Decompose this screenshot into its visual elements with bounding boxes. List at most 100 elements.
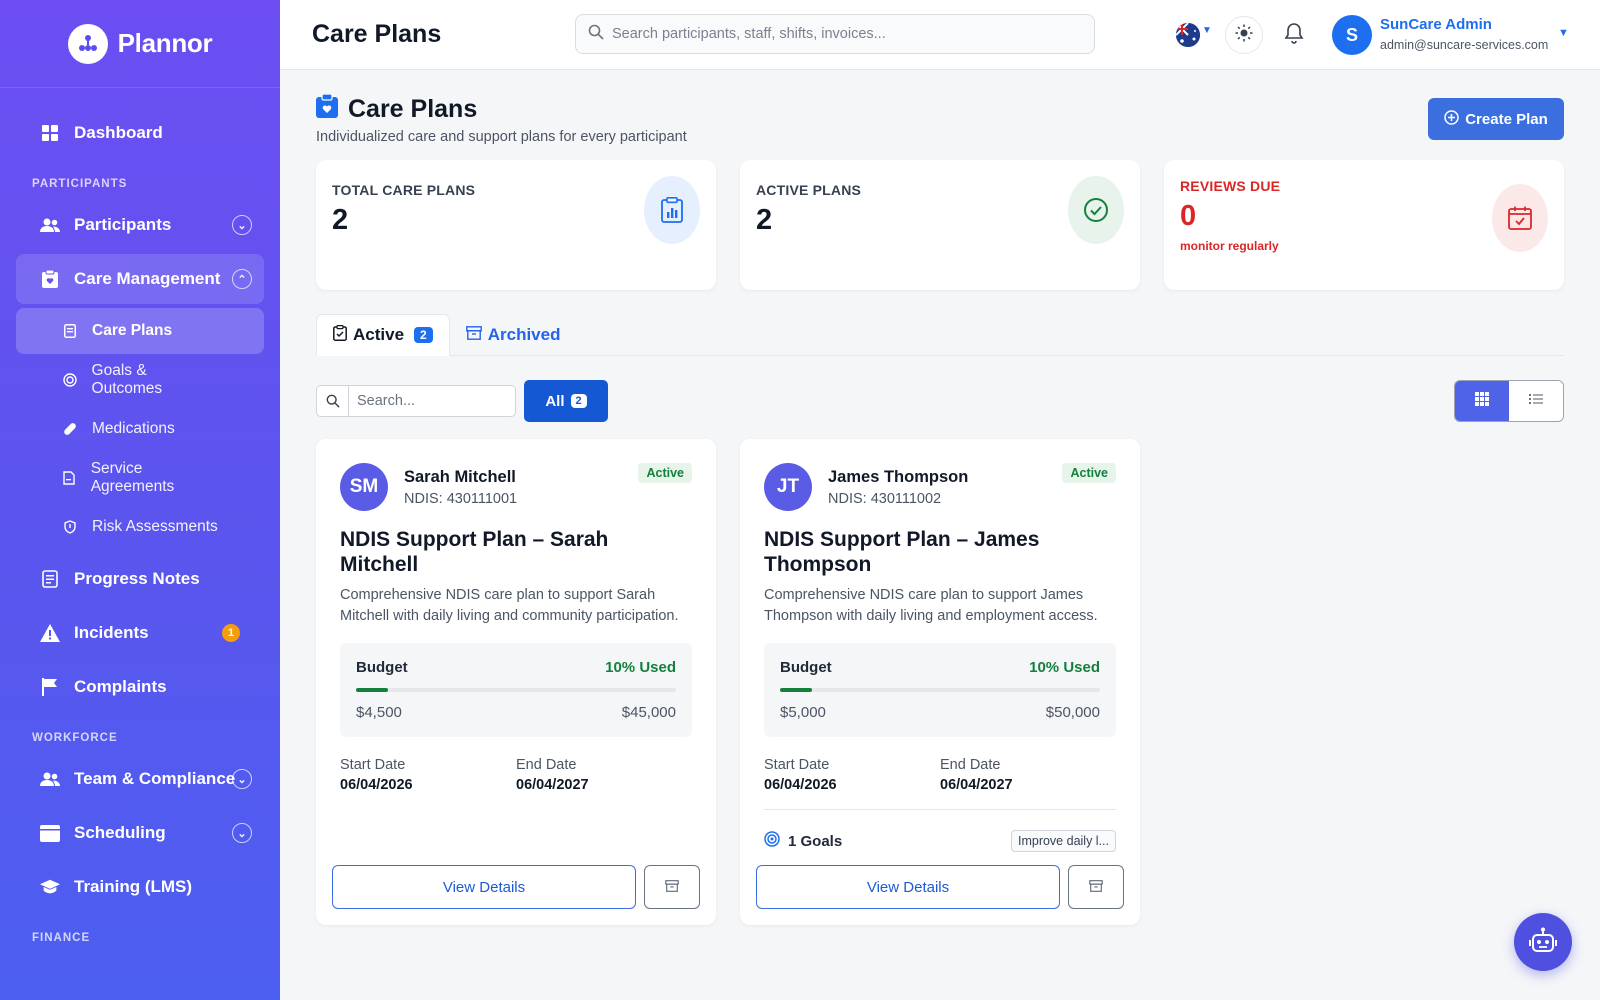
stat-note: monitor regularly [1180, 239, 1279, 253]
grid-view-button[interactable] [1455, 381, 1509, 421]
sidebar-item-label: Service Agreements [90, 460, 175, 495]
avatar: JT [764, 463, 812, 511]
clipboard-check-icon [333, 324, 347, 346]
sidebar-item-participants[interactable]: Participants ⌄ [16, 200, 264, 250]
view-details-button[interactable]: View Details [756, 865, 1060, 909]
user-name[interactable]: SunCare Admin [1380, 16, 1492, 33]
grid-icon [1475, 391, 1489, 411]
plus-circle-icon [1444, 109, 1459, 129]
assistant-bot-button[interactable] [1514, 913, 1572, 971]
language-flag-icon[interactable] [1176, 23, 1200, 47]
sidebar-item-goals[interactable]: Goals & Outcomes [16, 357, 264, 403]
caret-down-icon[interactable]: ▼ [1202, 25, 1212, 36]
list-view-button[interactable] [1509, 381, 1563, 421]
start-date-label: Start Date [764, 757, 830, 773]
shield-icon [62, 519, 78, 535]
sidebar-item-dashboard[interactable]: Dashboard [16, 108, 264, 158]
sidebar-item-training[interactable]: Training (LMS) [16, 862, 264, 912]
incidents-count-badge: 1 [222, 624, 240, 642]
chevron-down-icon[interactable]: ⌄ [232, 215, 252, 235]
sidebar-item-progress-notes[interactable]: Progress Notes [16, 554, 264, 604]
budget-progress-fill [780, 688, 812, 692]
sidebar-item-scheduling[interactable]: Scheduling ⌄ [16, 808, 264, 858]
filter-all-count: 2 [570, 394, 587, 408]
filter-all-button[interactable]: All 2 [524, 380, 608, 422]
budget-label: Budget [356, 659, 408, 676]
brand[interactable]: Plannor [0, 0, 280, 88]
grid-icon [40, 123, 60, 143]
start-date-label: Start Date [340, 757, 406, 773]
plan-search-input[interactable] [349, 386, 509, 416]
archive-button[interactable] [644, 865, 700, 909]
target-icon [764, 831, 780, 851]
tab-active[interactable]: Active 2 [316, 314, 450, 356]
robot-icon [1529, 927, 1557, 958]
create-plan-button[interactable]: Create Plan [1428, 98, 1564, 140]
notes-icon [40, 569, 60, 589]
stats-row: TOTAL CARE PLANS 2 ACTIVE PLANS 2 REVIEW… [316, 160, 1564, 290]
sidebar-item-complaints[interactable]: Complaints [16, 662, 264, 712]
sidebar-item-label: Training (LMS) [74, 877, 193, 896]
user-avatar[interactable]: S [1332, 15, 1372, 55]
budget-spent: $4,500 [356, 704, 402, 721]
theme-toggle-button[interactable] [1225, 16, 1263, 54]
tab-archived[interactable]: Archived [450, 314, 577, 356]
sidebar-item-label: Medications [92, 420, 175, 437]
global-search[interactable] [575, 14, 1095, 54]
header-title: Care Plans [312, 20, 442, 48]
stat-label: ACTIVE PLANS [756, 182, 862, 198]
participant-name: Sarah Mitchell [404, 467, 516, 486]
plan-tabs: Active 2 Archived [316, 314, 1564, 356]
user-email: admin@suncare-services.com [1380, 38, 1549, 52]
goals-count: 1 Goals [788, 832, 843, 850]
page-header: Care Plans Individualized care and suppo… [316, 93, 687, 145]
sidebar-item-care-plans[interactable]: Care Plans [16, 308, 264, 354]
chevron-down-icon[interactable]: ⌄ [232, 823, 252, 843]
participant-name: James Thompson [828, 467, 969, 486]
user-menu-caret-icon[interactable]: ▼ [1558, 27, 1569, 39]
search-input[interactable] [612, 26, 1082, 42]
plan-search[interactable] [316, 385, 516, 417]
card-actions: View Details [756, 865, 1124, 909]
create-plan-label: Create Plan [1465, 110, 1548, 128]
check-circle-icon [1068, 176, 1124, 244]
brand-name: Plannor [117, 28, 213, 58]
chevron-up-icon[interactable]: ⌃ [232, 269, 252, 289]
budget-progress-fill [356, 688, 388, 692]
clipboard-heart-icon [40, 269, 60, 289]
stat-label: REVIEWS DUE [1180, 178, 1281, 194]
filter-all-label: All [545, 392, 565, 410]
stat-label: TOTAL CARE PLANS [332, 182, 476, 198]
sidebar-item-medications[interactable]: Medications [16, 406, 264, 452]
status-badge: Active [638, 463, 692, 483]
chevron-down-icon[interactable]: ⌄ [232, 769, 252, 789]
pill-icon [62, 421, 78, 437]
stat-card-total: TOTAL CARE PLANS 2 [316, 160, 716, 290]
archive-icon [665, 879, 679, 895]
view-details-button[interactable]: View Details [332, 865, 636, 909]
stat-card-reviews-due: REVIEWS DUE 0 monitor regularly [1164, 160, 1564, 290]
tab-archived-label: Archived [487, 325, 561, 344]
clipboard-heart-icon [316, 93, 338, 125]
sidebar-item-label: Incidents [74, 623, 149, 642]
sidebar-item-care-management[interactable]: Care Management ⌃ [16, 254, 264, 304]
sidebar-item-label: Care Plans [92, 322, 173, 339]
sidebar-item-service-agreements[interactable]: Service Agreements [16, 455, 264, 501]
budget-label: Budget [780, 659, 832, 676]
start-date: 06/04/2026 [340, 777, 413, 793]
sidebar-item-team-compliance[interactable]: Team & Compliance ⌄ [16, 754, 264, 804]
plan-dates: Start Date 06/04/2026 End Date 06/04/202… [764, 757, 1116, 793]
budget-total: $45,000 [621, 704, 676, 721]
tab-active-label: Active [353, 325, 405, 344]
target-icon [62, 372, 78, 388]
notifications-bell-icon[interactable] [1284, 22, 1304, 49]
sidebar-item-label: Risk Assessments [92, 518, 218, 535]
brand-logo-icon [67, 23, 108, 64]
sidebar-item-risk-assessments[interactable]: Risk Assessments [16, 504, 264, 550]
sidebar-item-incidents[interactable]: Incidents 1 [16, 608, 264, 658]
list-icon [1529, 392, 1543, 410]
sidebar-item-label: Complaints [74, 677, 167, 696]
sidebar-nav: Dashboard PARTICIPANTS Participants ⌄ Ca… [0, 88, 280, 950]
archive-button[interactable] [1068, 865, 1124, 909]
participant-ndis: NDIS: 430111001 [404, 490, 518, 507]
